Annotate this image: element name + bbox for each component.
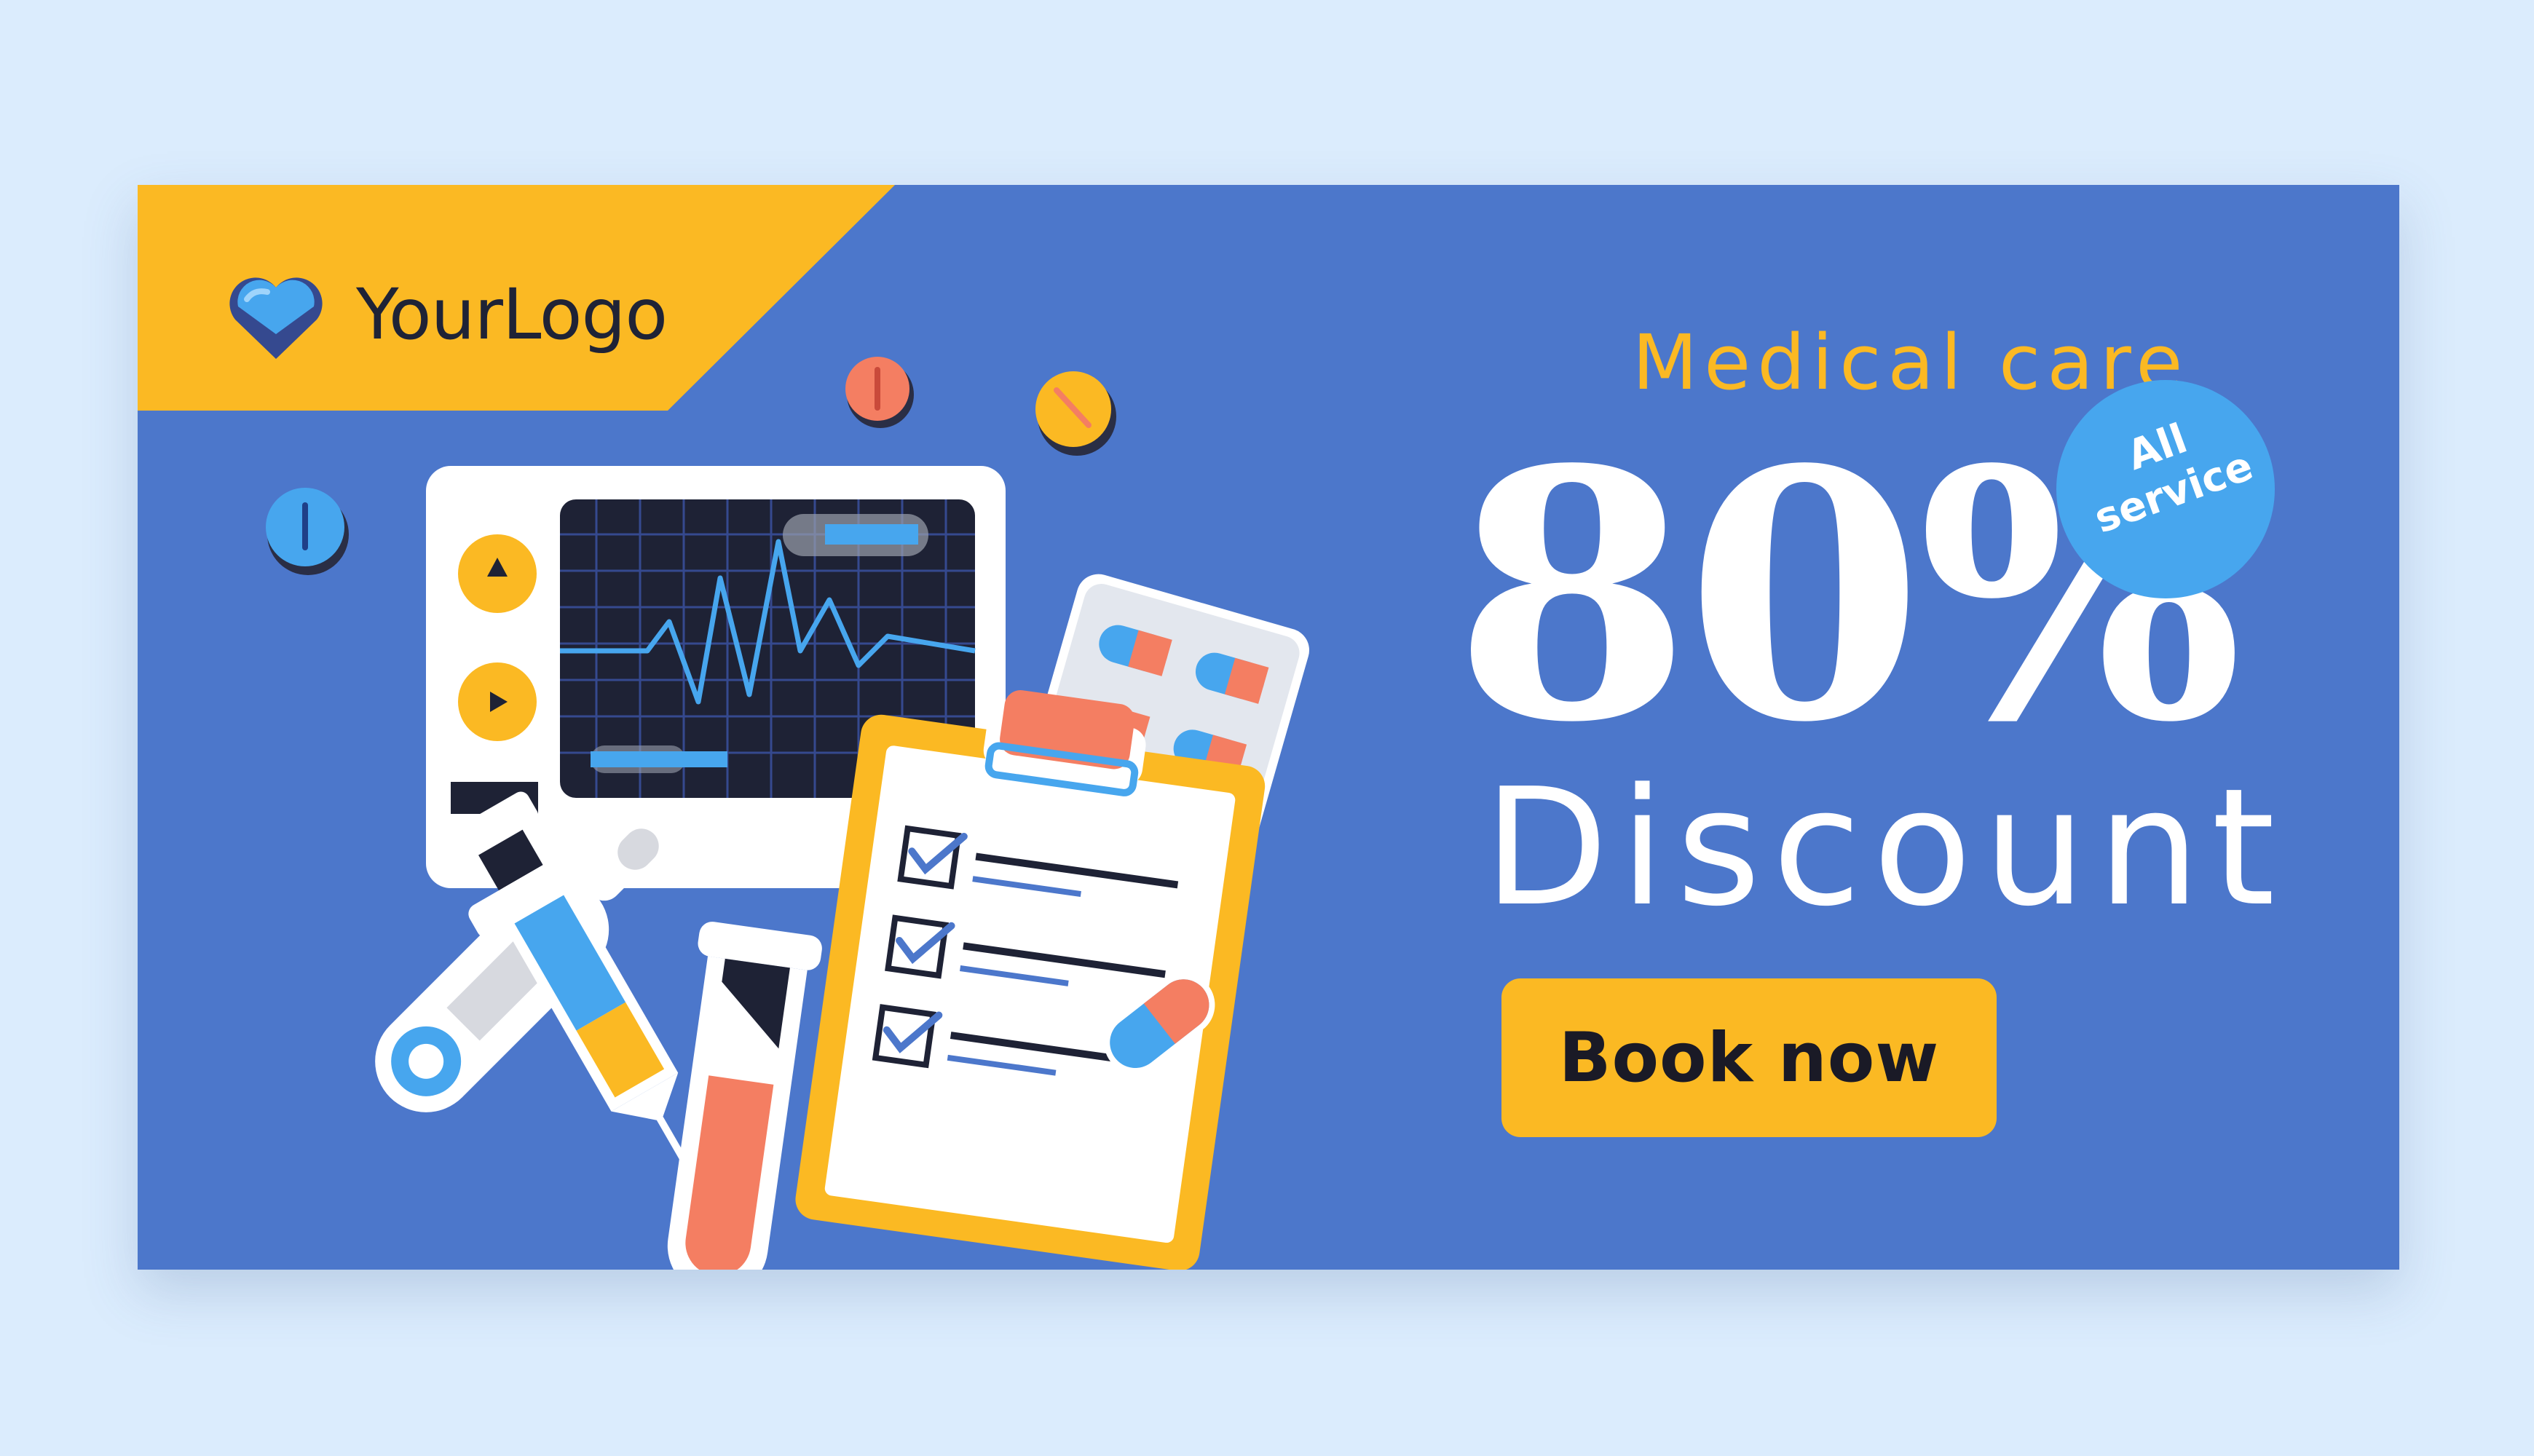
all-service-badge: All service [2056, 380, 2275, 598]
promo-banner: YourLogo Medical care 80% Discount All s… [138, 185, 2399, 1270]
promo-headline: Discount [1483, 754, 2287, 942]
test-tube-icon [667, 922, 822, 1270]
medical-illustration [266, 357, 1309, 1270]
tablet-icon [845, 357, 914, 428]
tablet-icon [266, 488, 349, 575]
book-now-button[interactable]: Book now [1501, 978, 1997, 1137]
tablet-icon [1035, 371, 1116, 456]
